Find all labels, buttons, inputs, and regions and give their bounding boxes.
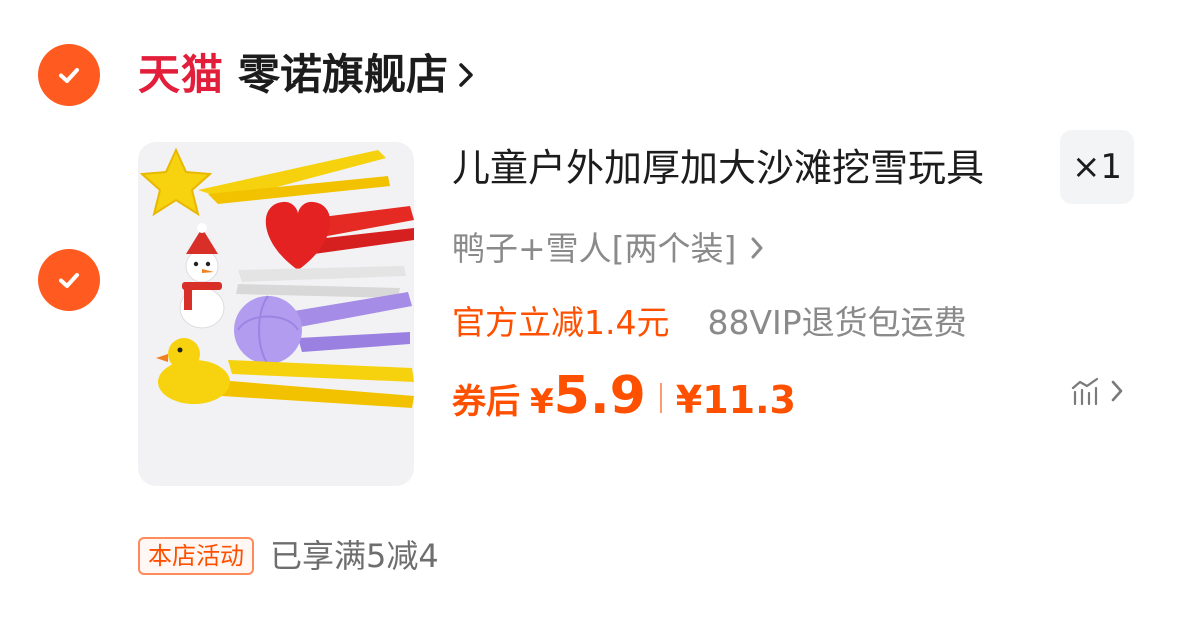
store-name[interactable]: 零诺旗舰店 (238, 54, 448, 96)
cart-store-card: 天猫 零诺旗舰店 儿童户外加厚加大沙滩挖雪玩具 ×1 鸭子+雪人[两个装] 官方… (0, 0, 1179, 618)
store-header[interactable]: 天猫 零诺旗舰店 (138, 44, 476, 106)
store-activity[interactable]: 本店活动 已享满5减4 (138, 534, 439, 578)
promo-row: 官方立减1.4元 88VIP退货包运费 (452, 296, 967, 348)
sku-label: 鸭子+雪人[两个装] (452, 228, 737, 268)
tmall-logo: 天猫 (138, 50, 225, 99)
quantity-stepper[interactable]: ×1 (1060, 130, 1134, 204)
product-title[interactable]: 儿童户外加厚加大沙滩挖雪玩具 (452, 142, 984, 194)
chevron-right-icon (751, 237, 763, 259)
store-activity-badge: 本店活动 (138, 537, 254, 575)
vip-return-shipping-tag: 88VIP退货包运费 (707, 302, 967, 342)
official-discount-tag: 官方立减1.4元 (452, 302, 670, 342)
product-image[interactable]: 对比 (138, 142, 414, 486)
price-divider (659, 383, 662, 413)
chevron-right-icon (1111, 380, 1123, 402)
after-coupon-label: 券后 (452, 382, 520, 422)
coupon-price: 5.9 (553, 366, 646, 426)
sku-selector[interactable]: 鸭子+雪人[两个装] (452, 222, 764, 274)
toy-clips-illustration (139, 147, 414, 408)
store-activity-text: 已享满5减4 (270, 537, 439, 575)
check-icon (59, 68, 79, 83)
check-icon (59, 273, 79, 288)
chevron-right-icon (459, 63, 473, 87)
store-select-checkbox[interactable] (38, 44, 100, 106)
price-row: 券后 ¥ 5.9 ¥11.3 (452, 366, 796, 430)
price-trend-icon (1071, 377, 1099, 406)
currency-symbol: ¥ (530, 382, 554, 422)
price-trend-button[interactable] (1070, 376, 1124, 406)
item-select-checkbox[interactable] (38, 249, 100, 311)
original-price: ¥11.3 (675, 378, 796, 422)
